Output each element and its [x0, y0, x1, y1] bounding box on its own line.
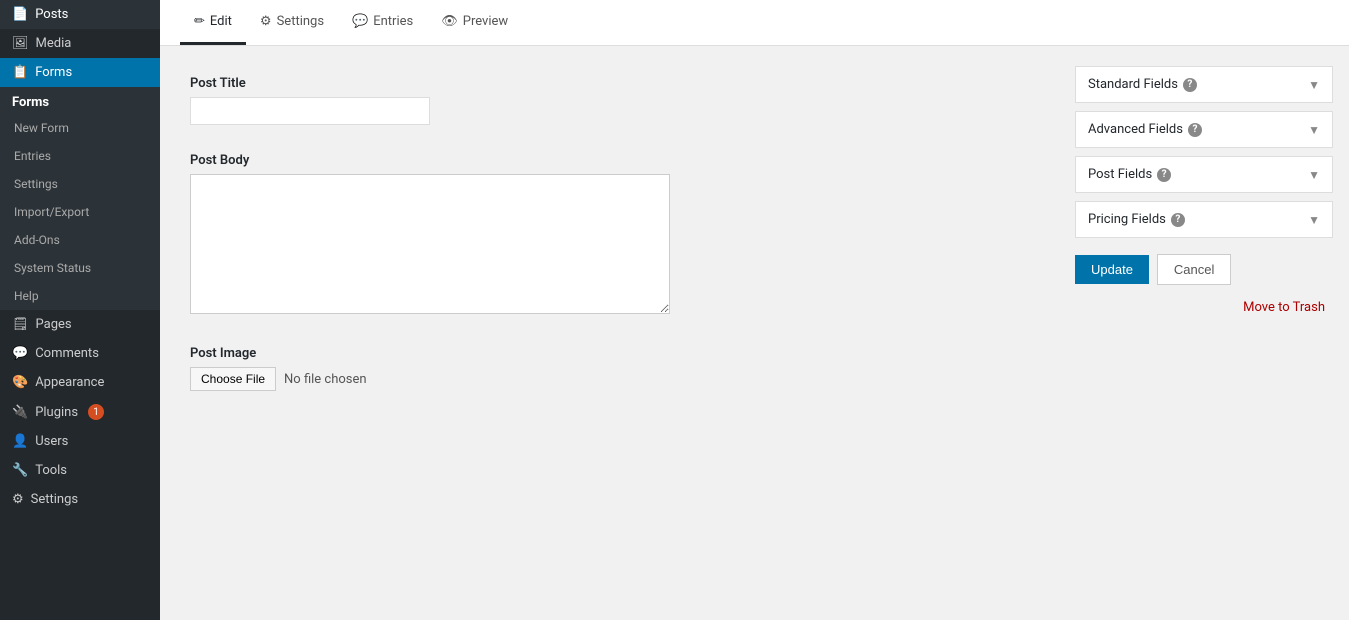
gear-icon: ⚙ [260, 14, 272, 29]
sidebar-item-comments[interactable]: 💬 Comments [0, 339, 160, 368]
appearance-icon: 🎨 [12, 375, 28, 390]
main-content: ✏ Edit ⚙ Settings 💬 Entries 👁 Preview Po… [160, 0, 1349, 620]
comments-icon: 💬 [12, 346, 28, 361]
post-title-label: Post Title [190, 76, 1029, 91]
pricing-fields-chevron-icon: ▼ [1308, 213, 1320, 227]
action-buttons-group: Update Cancel Move to Trash [1075, 254, 1333, 322]
sidebar-item-plugins[interactable]: 🔌 Plugins 1 [0, 397, 160, 427]
sidebar-item-users[interactable]: 👤 Users [0, 427, 160, 456]
media-icon: 🖼 [12, 36, 29, 51]
post-image-group: Post Image Choose File No file chosen [190, 346, 1029, 391]
accordion-post-fields[interactable]: Post Fields ? ▼ [1075, 156, 1333, 193]
update-button[interactable]: Update [1075, 255, 1149, 284]
post-fields-help-icon[interactable]: ? [1157, 168, 1171, 182]
edit-icon: ✏ [194, 14, 205, 29]
sidebar-item-tools[interactable]: 🔧 Tools [0, 456, 160, 485]
post-body-textarea[interactable] [190, 174, 670, 314]
accordion-pricing-fields[interactable]: Pricing Fields ? ▼ [1075, 201, 1333, 238]
forms-sub-heading: Forms [0, 87, 160, 114]
sidebar-item-add-ons[interactable]: Add-Ons [0, 226, 160, 254]
tab-settings[interactable]: ⚙ Settings [246, 0, 338, 45]
entries-icon: 💬 [352, 14, 368, 29]
preview-icon: 👁 [441, 14, 458, 29]
tools-icon: 🔧 [12, 463, 28, 478]
tab-edit[interactable]: ✏ Edit [180, 0, 246, 45]
choose-file-button[interactable]: Choose File [190, 367, 276, 391]
move-to-trash-link[interactable]: Move to Trash [1235, 293, 1333, 322]
form-editor: Post Title Post Body Post Image Choose F… [160, 46, 1059, 620]
sidebar-item-appearance[interactable]: 🎨 Appearance [0, 368, 160, 397]
posts-icon: 📄 [12, 7, 28, 22]
sidebar-item-forms[interactable]: 📋 Forms [0, 58, 160, 87]
sidebar-forms-section: 📋 Forms Forms New Form Entries Settings … [0, 58, 160, 310]
sidebar-item-help[interactable]: Help [0, 282, 160, 310]
forms-submenu: Forms New Form Entries Settings Import/E… [0, 87, 160, 310]
advanced-fields-label: Advanced Fields [1088, 122, 1183, 137]
post-body-label: Post Body [190, 153, 1029, 168]
cancel-button[interactable]: Cancel [1157, 254, 1231, 285]
right-sidebar: Standard Fields ? ▼ Advanced Fields ? ▼ … [1059, 46, 1349, 620]
tab-bar: ✏ Edit ⚙ Settings 💬 Entries 👁 Preview [160, 0, 1349, 46]
sidebar-item-system-status[interactable]: System Status [0, 254, 160, 282]
advanced-fields-help-icon[interactable]: ? [1188, 123, 1202, 137]
pages-icon: 🗒 [12, 317, 29, 332]
standard-fields-help-icon[interactable]: ? [1183, 78, 1197, 92]
sidebar-item-settings[interactable]: ⚙ Settings [0, 485, 160, 514]
sidebar-item-new-form[interactable]: New Form [0, 114, 160, 142]
forms-icon: 📋 [12, 65, 28, 80]
users-icon: 👤 [12, 434, 28, 449]
sidebar-item-entries[interactable]: Entries [0, 142, 160, 170]
accordion-standard-fields[interactable]: Standard Fields ? ▼ [1075, 66, 1333, 103]
post-body-group: Post Body [190, 153, 1029, 318]
tab-preview[interactable]: 👁 Preview [427, 0, 522, 45]
content-area: Post Title Post Body Post Image Choose F… [160, 46, 1349, 620]
sidebar-item-import-export[interactable]: Import/Export [0, 198, 160, 226]
post-image-label: Post Image [190, 346, 1029, 361]
sidebar-item-media[interactable]: 🖼 Media [0, 29, 160, 58]
plugins-badge: 1 [88, 404, 104, 420]
sidebar: 📄 Posts 🖼 Media 📋 Forms Forms New Form E… [0, 0, 160, 620]
post-title-group: Post Title [190, 76, 1029, 125]
no-file-text: No file chosen [284, 372, 367, 387]
sidebar-item-settings[interactable]: Settings [0, 170, 160, 198]
plugins-icon: 🔌 [12, 405, 28, 420]
sidebar-item-posts[interactable]: 📄 Posts [0, 0, 160, 29]
sidebar-item-pages[interactable]: 🗒 Pages [0, 310, 160, 339]
post-title-input[interactable] [190, 97, 430, 125]
standard-fields-chevron-icon: ▼ [1308, 78, 1320, 92]
post-fields-label: Post Fields [1088, 167, 1152, 182]
settings-icon: ⚙ [12, 492, 24, 507]
advanced-fields-chevron-icon: ▼ [1308, 123, 1320, 137]
pricing-fields-label: Pricing Fields [1088, 212, 1166, 227]
tab-entries[interactable]: 💬 Entries [338, 0, 427, 45]
pricing-fields-help-icon[interactable]: ? [1171, 213, 1185, 227]
post-fields-chevron-icon: ▼ [1308, 168, 1320, 182]
standard-fields-label: Standard Fields [1088, 77, 1178, 92]
accordion-advanced-fields[interactable]: Advanced Fields ? ▼ [1075, 111, 1333, 148]
